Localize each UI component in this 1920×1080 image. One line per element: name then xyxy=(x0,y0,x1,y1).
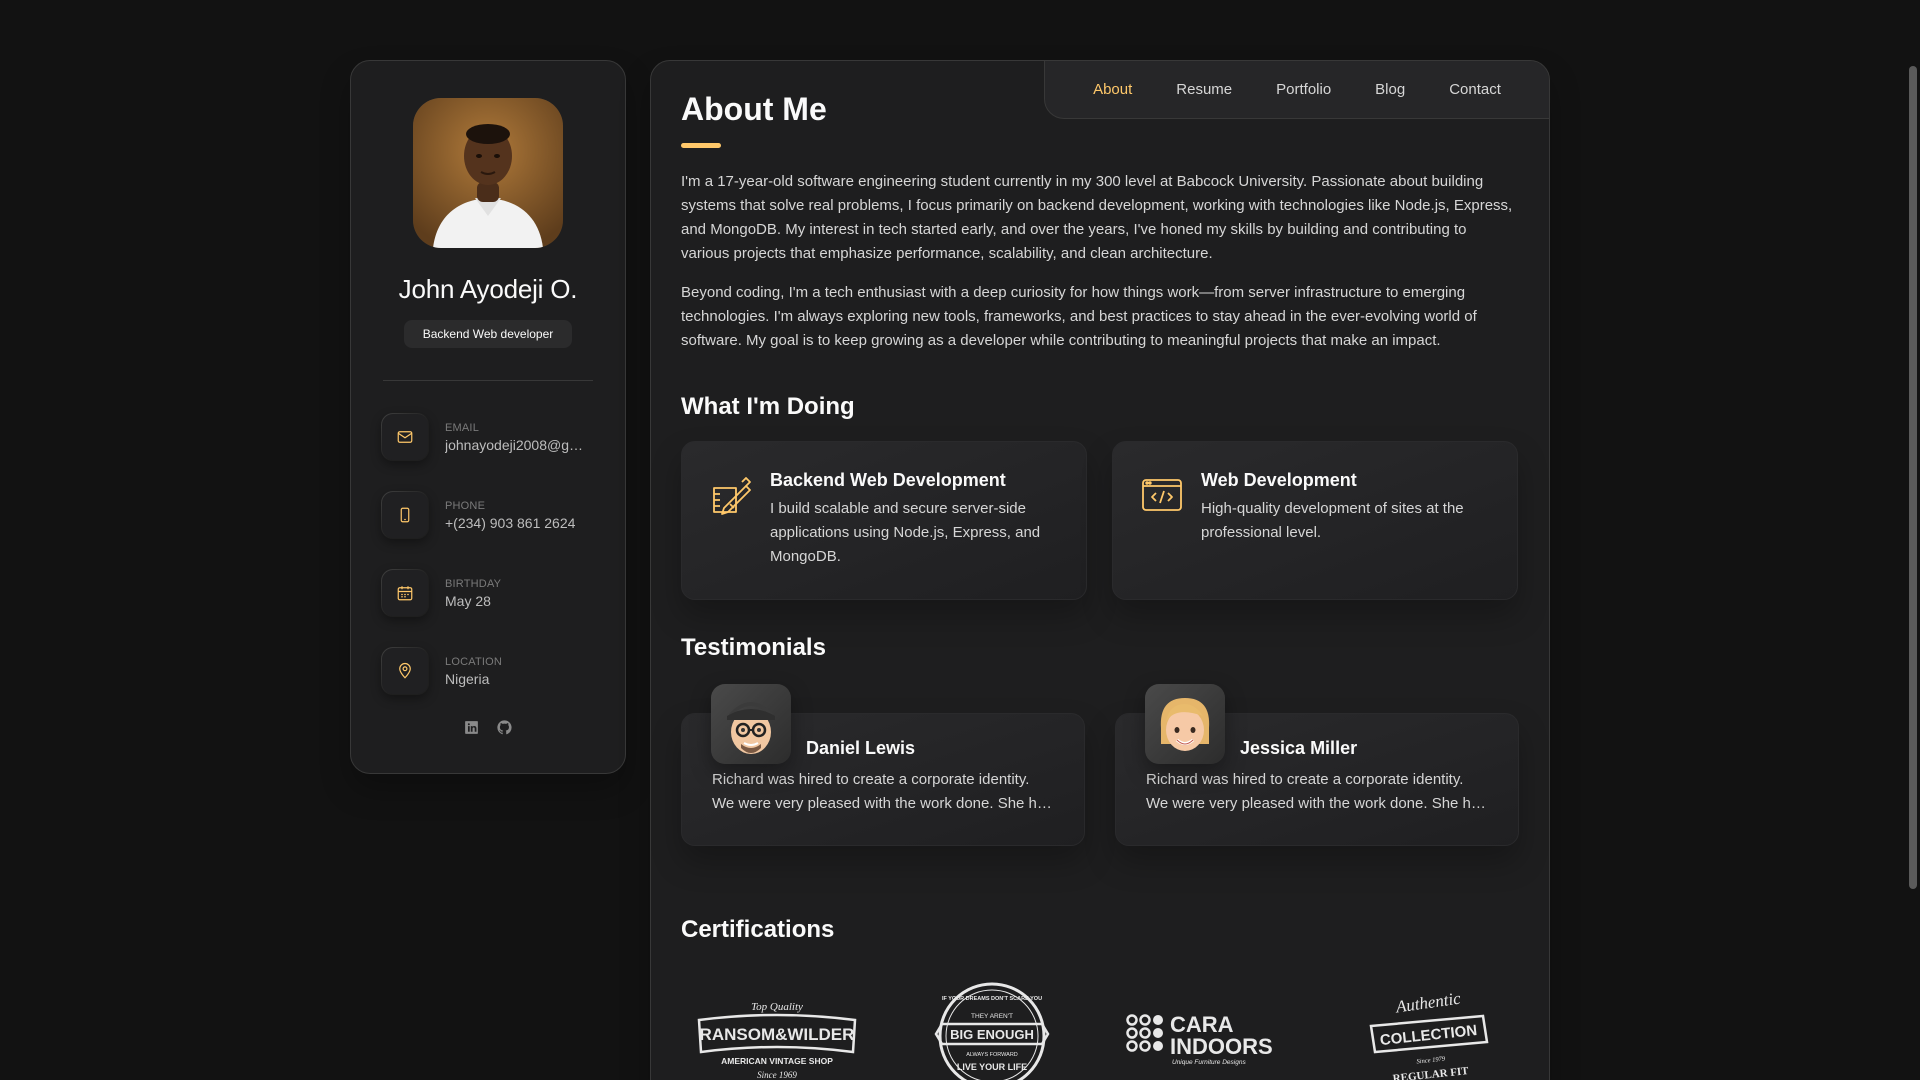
contact-email: Email johnayodeji2008@gmail.com xyxy=(381,411,595,463)
title-underline xyxy=(681,143,721,148)
svg-text:ALWAYS FORWARD: ALWAYS FORWARD xyxy=(967,1052,1019,1058)
testimonial-item[interactable]: Jessica Miller Richard was hired to crea… xyxy=(1115,684,1519,850)
code-window-icon xyxy=(1141,470,1183,599)
profile-name: John Ayodeji O. xyxy=(398,274,578,304)
social-links xyxy=(351,719,625,741)
nav-about[interactable]: About xyxy=(1071,81,1154,98)
service-card: Web Development High-quality development… xyxy=(1112,441,1518,600)
profile-avatar xyxy=(413,98,563,248)
service-text: High-quality development of sites at the… xyxy=(1201,500,1464,541)
contact-phone-title: Phone xyxy=(445,499,486,512)
contact-birthday-value: May 28 xyxy=(445,592,491,609)
svg-text:AMERICAN VINTAGE SHOP: AMERICAN VINTAGE SHOP xyxy=(721,1056,833,1066)
svg-text:Since 1979: Since 1979 xyxy=(1416,1055,1446,1065)
contact-birthday: Birthday May 28 xyxy=(381,567,595,619)
svg-text:RANSOM&WILDER: RANSOM&WILDER xyxy=(700,1025,855,1044)
about-paragraph-2: Beyond coding, I'm a tech enthusiast wit… xyxy=(681,284,1477,349)
profile-role-badge: Backend Web developer xyxy=(404,320,572,348)
service-card: Backend Web Development I build scalable… xyxy=(681,441,1087,600)
contacts-list: Email johnayodeji2008@gmail.com Phone +(… xyxy=(351,411,625,697)
testimonial-name: Jessica Miller xyxy=(1240,738,1358,758)
svg-text:INDOORS: INDOORS xyxy=(1170,1034,1273,1059)
contact-location-value: Nigeria xyxy=(445,670,490,687)
services-list: Backend Web Development I build scalable… xyxy=(681,441,1519,600)
contact-email-link[interactable]: johnayodeji2008@gmail.com xyxy=(445,437,585,453)
contact-birthday-title: Birthday xyxy=(445,577,502,590)
contact-phone: Phone +(234) 903 861 2624 xyxy=(381,489,595,541)
about-paragraph-1: I'm a 17-year-old software engineering s… xyxy=(681,173,1513,262)
design-tools-icon xyxy=(710,470,752,599)
about-text: I'm a 17-year-old software engineering s… xyxy=(681,170,1519,353)
mail-icon xyxy=(381,413,429,461)
testimonial-avatar xyxy=(1145,684,1225,764)
navbar: About Resume Portfolio Blog Contact xyxy=(1044,61,1549,119)
certifications-title: Certifications xyxy=(681,916,835,943)
main-content: About Resume Portfolio Blog Contact Abou… xyxy=(650,60,1550,1080)
location-icon xyxy=(381,647,429,695)
svg-text:BIG ENOUGH: BIG ENOUGH xyxy=(950,1027,1034,1042)
nav-portfolio[interactable]: Portfolio xyxy=(1254,81,1353,98)
testimonials-title: Testimonials xyxy=(681,634,826,661)
svg-text:Since 1969: Since 1969 xyxy=(757,1070,797,1080)
service-text: I build scalable and secure server-side … xyxy=(770,500,1041,565)
nav-resume[interactable]: Resume xyxy=(1154,81,1254,98)
profile-photo xyxy=(413,98,563,248)
service-title: Backend Web Development xyxy=(770,470,1006,490)
contact-phone-link[interactable]: +(234) 903 861 2624 xyxy=(445,515,585,531)
cara-indoors-logo[interactable]: CARA INDOORS Unique Furniture Designs xyxy=(1118,978,1298,1080)
calendar-icon xyxy=(381,569,429,617)
testimonial-text: Richard was hired to create a corporate … xyxy=(712,771,1053,812)
services-title: What I'm Doing xyxy=(681,393,855,420)
testimonial-item[interactable]: Daniel Lewis Richard was hired to create… xyxy=(681,684,1085,850)
big-enough-logo[interactable]: IF YOUR DREAMS DON'T SCARE YOU THEY AREN… xyxy=(902,978,1082,1080)
phone-icon xyxy=(381,491,429,539)
svg-text:IF YOUR DREAMS DON'T SCARE YOU: IF YOUR DREAMS DON'T SCARE YOU xyxy=(942,996,1042,1002)
contact-location-title: Location xyxy=(445,655,503,668)
certifications-list: Top Quality RANSOM&WILDER AMERICAN VINTA… xyxy=(681,978,1519,1080)
github-icon[interactable] xyxy=(496,719,513,741)
testimonials-list: Daniel Lewis Richard was hired to create… xyxy=(681,684,1519,850)
authentic-collection-logo[interactable]: Authentic COLLECTION Since 1979 REGULAR … xyxy=(1333,978,1513,1080)
nav-contact[interactable]: Contact xyxy=(1427,81,1523,98)
svg-text:THEY AREN'T: THEY AREN'T xyxy=(971,1013,1013,1020)
nav-blog[interactable]: Blog xyxy=(1353,81,1427,98)
testimonial-text: Richard was hired to create a corporate … xyxy=(1146,771,1487,812)
page-scrollbar-track[interactable] xyxy=(1906,0,1920,1080)
testimonial-name: Daniel Lewis xyxy=(806,738,916,758)
svg-text:REGULAR FIT: REGULAR FIT xyxy=(1392,1065,1470,1080)
contact-location: Location Nigeria xyxy=(381,645,595,697)
ransom-wilder-logo[interactable]: Top Quality RANSOM&WILDER AMERICAN VINTA… xyxy=(687,978,867,1080)
service-title: Web Development xyxy=(1201,470,1357,490)
sidebar-separator xyxy=(383,380,593,381)
contact-email-title: Email xyxy=(445,421,480,434)
sidebar: John Ayodeji O. Backend Web developer Em… xyxy=(350,60,626,774)
svg-text:Authentic: Authentic xyxy=(1394,989,1463,1017)
svg-text:Top Quality: Top Quality xyxy=(751,1001,803,1013)
svg-text:LIVE YOUR LIFE: LIVE YOUR LIFE xyxy=(957,1062,1027,1072)
testimonial-avatar xyxy=(711,684,791,764)
page-scrollbar-thumb[interactable] xyxy=(1909,66,1917,889)
linkedin-icon[interactable] xyxy=(463,719,480,741)
svg-text:Unique Furniture Designs: Unique Furniture Designs xyxy=(1172,1059,1246,1066)
